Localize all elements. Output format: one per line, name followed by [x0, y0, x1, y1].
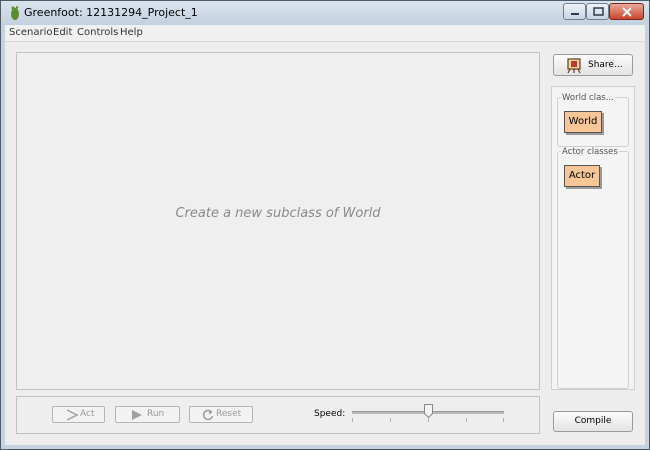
maximize-button[interactable] [586, 3, 609, 20]
world-classes-title: World clas... [561, 93, 615, 103]
speed-label: Speed: [314, 409, 346, 419]
maximize-icon [593, 7, 604, 16]
run-label: Run [147, 409, 165, 419]
world-view[interactable]: Create a new subclass of World [16, 52, 540, 390]
share-easel-icon [567, 58, 581, 74]
speed-slider-thumb[interactable] [423, 404, 433, 418]
act-icon [66, 409, 79, 421]
actor-classes-title: Actor classes [561, 147, 619, 157]
close-button[interactable] [609, 3, 644, 20]
slider-tick [503, 418, 504, 422]
act-label: Act [80, 409, 95, 419]
main-area: Create a new subclass of World Act Run R… [5, 42, 645, 445]
greenfoot-window: Greenfoot: 12131294_Project_1 Scenario E… [0, 0, 650, 450]
close-icon [622, 7, 632, 17]
run-icon [132, 410, 142, 420]
menu-bar: Scenario Edit Controls Help [5, 25, 645, 42]
world-classes-group: World clas... World [557, 93, 629, 147]
slider-tick [390, 418, 391, 422]
world-placeholder-message: Create a new subclass of World [175, 206, 381, 221]
act-button[interactable]: Act [52, 406, 105, 423]
class-browser: World clas... World Actor classes Actor [551, 86, 635, 390]
menu-help[interactable]: Help [120, 27, 143, 38]
compile-button[interactable]: Compile [553, 411, 633, 432]
minimize-button[interactable] [563, 3, 586, 20]
reset-button[interactable]: Reset [189, 406, 253, 423]
reset-icon [202, 409, 214, 421]
slider-tick [466, 418, 467, 422]
run-button[interactable]: Run [115, 406, 180, 423]
actor-class-box[interactable]: Actor [564, 165, 600, 187]
menu-scenario[interactable]: Scenario [9, 27, 52, 38]
actor-classes-group: Actor classes Actor [557, 147, 629, 389]
minimize-icon [571, 13, 579, 15]
share-label: Share... [588, 60, 623, 70]
execution-controls: Act Run Reset Speed: [16, 396, 540, 434]
title-bar[interactable]: Greenfoot: 12131294_Project_1 [1, 1, 649, 25]
share-button[interactable]: Share... [553, 54, 633, 76]
slider-tick [352, 418, 353, 422]
greenfoot-app-icon [11, 6, 19, 20]
world-class-box[interactable]: World [564, 111, 602, 133]
menu-edit[interactable]: Edit [53, 27, 72, 38]
menu-controls[interactable]: Controls [77, 27, 118, 38]
window-title: Greenfoot: 12131294_Project_1 [24, 6, 198, 19]
slider-tick [428, 418, 429, 422]
reset-label: Reset [216, 409, 242, 419]
